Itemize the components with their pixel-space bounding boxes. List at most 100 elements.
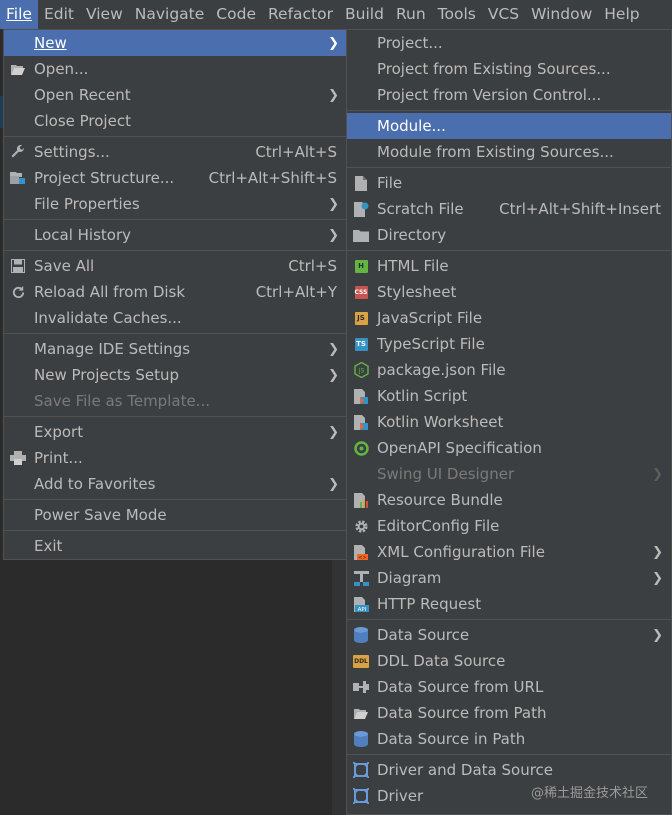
menu-item-module-existing[interactable]: Module from Existing Sources... — [347, 139, 671, 165]
separator — [347, 110, 671, 111]
database-icon — [350, 726, 372, 752]
submenu-arrow-icon: ❯ — [328, 87, 339, 103]
menu-tools[interactable]: Tools — [432, 0, 482, 29]
svg-text:API: API — [357, 607, 366, 612]
menu-item-data-source[interactable]: Data Source ❯ — [347, 622, 671, 648]
blank-icon — [350, 30, 372, 56]
menu-item-save-all[interactable]: Save All Ctrl+S — [4, 253, 347, 279]
menu-item-power-save-mode[interactable]: Power Save Mode — [4, 502, 347, 528]
ddl-icon: DDL — [350, 648, 372, 674]
submenu-arrow-icon: ❯ — [652, 627, 663, 643]
blank-icon — [7, 502, 29, 528]
separator — [4, 530, 347, 531]
folder-open-icon — [7, 56, 29, 82]
submenu-arrow-icon: ❯ — [328, 35, 339, 51]
plug-icon — [350, 674, 372, 700]
menu-item-stylesheet[interactable]: CSS Stylesheet — [347, 279, 671, 305]
menu-item-export[interactable]: Export ❯ — [4, 419, 347, 445]
menu-item-openapi[interactable]: OpenAPI Specification — [347, 435, 671, 461]
menu-item-data-source-path[interactable]: Data Source from Path — [347, 700, 671, 726]
menu-build[interactable]: Build — [339, 0, 390, 29]
blank-icon — [7, 191, 29, 217]
watermark: @稀土掘金技术社区 — [530, 786, 648, 801]
submenu-arrow-icon: ❯ — [652, 570, 663, 586]
menu-item-javascript-file[interactable]: JS JavaScript File — [347, 305, 671, 331]
menu-item-local-history[interactable]: Local History ❯ — [4, 222, 347, 248]
menu-item-project-structure[interactable]: Project Structure... Ctrl+Alt+Shift+S — [4, 165, 347, 191]
menu-item-close-project[interactable]: Close Project — [4, 108, 347, 134]
project-structure-icon — [7, 165, 29, 191]
menu-item-reload[interactable]: Reload All from Disk Ctrl+Alt+Y — [4, 279, 347, 305]
submenu-arrow-icon: ❯ — [328, 367, 339, 383]
menu-item-http-request[interactable]: API HTTP Request — [347, 591, 671, 617]
printer-icon — [7, 445, 29, 471]
menu-item-new-projects-setup[interactable]: New Projects Setup ❯ — [4, 362, 347, 388]
menu-navigate[interactable]: Navigate — [129, 0, 211, 29]
menu-item-manage-ide-settings[interactable]: Manage IDE Settings ❯ — [4, 336, 347, 362]
menu-item-resource-bundle[interactable]: Resource Bundle — [347, 487, 671, 513]
menu-item-settings[interactable]: Settings... Ctrl+Alt+S — [4, 139, 347, 165]
menu-item-xml-configuration[interactable]: <> XML Configuration File ❯ — [347, 539, 671, 565]
blank-icon — [350, 82, 372, 108]
menu-file[interactable]: File — [0, 0, 38, 29]
blank-icon — [7, 388, 29, 414]
menu-item-module[interactable]: Module... — [347, 113, 671, 139]
menu-run[interactable]: Run — [390, 0, 432, 29]
menu-view[interactable]: View — [80, 0, 129, 29]
css-file-icon: CSS — [350, 279, 372, 305]
menu-item-diagram[interactable]: Diagram ❯ — [347, 565, 671, 591]
separator — [4, 333, 347, 334]
menu-item-directory[interactable]: Directory — [347, 222, 671, 248]
menu-item-invalidate-caches[interactable]: Invalidate Caches... — [4, 305, 347, 331]
menu-item-new[interactable]: New ❯ — [4, 30, 347, 56]
blank-icon — [350, 461, 372, 487]
menu-help[interactable]: Help — [598, 0, 645, 29]
separator — [347, 754, 671, 755]
api-file-icon: API — [350, 591, 372, 617]
menu-item-html-file[interactable]: H HTML File — [347, 253, 671, 279]
kotlin-worksheet-icon — [350, 409, 372, 435]
menu-item-exit[interactable]: Exit — [4, 533, 347, 559]
menu-item-editorconfig[interactable]: EditorConfig File — [347, 513, 671, 539]
menu-item-kotlin-worksheet[interactable]: Kotlin Worksheet — [347, 409, 671, 435]
menu-item-add-to-favorites[interactable]: Add to Favorites ❯ — [4, 471, 347, 497]
menu-item-file-properties[interactable]: File Properties ❯ — [4, 191, 347, 217]
diagram-icon — [350, 565, 372, 591]
submenu-arrow-icon: ❯ — [328, 341, 339, 357]
menu-item-kotlin-script[interactable]: Kotlin Script — [347, 383, 671, 409]
separator — [347, 619, 671, 620]
openapi-icon — [350, 435, 372, 461]
menu-item-ddl-data-source[interactable]: DDL DDL Data Source — [347, 648, 671, 674]
database-icon — [350, 622, 372, 648]
menu-item-scratch-file[interactable]: Scratch File Ctrl+Alt+Shift+Insert — [347, 196, 671, 222]
submenu-arrow-icon: ❯ — [652, 544, 663, 560]
driver-icon — [350, 783, 372, 809]
menu-refactor[interactable]: Refactor — [262, 0, 339, 29]
blank-icon — [350, 56, 372, 82]
ts-file-icon: TS — [350, 331, 372, 357]
blank-icon — [7, 30, 29, 56]
menu-item-project[interactable]: Project... — [347, 30, 671, 56]
gear-icon — [350, 513, 372, 539]
blank-icon — [7, 533, 29, 559]
menu-item-package-json[interactable]: JS package.json File — [347, 357, 671, 383]
separator — [4, 219, 347, 220]
menu-vcs[interactable]: VCS — [482, 0, 525, 29]
menu-item-data-source-in-path[interactable]: Data Source in Path — [347, 726, 671, 752]
menu-item-project-existing[interactable]: Project from Existing Sources... — [347, 56, 671, 82]
menu-window[interactable]: Window — [525, 0, 598, 29]
separator — [347, 250, 671, 251]
menu-item-typescript-file[interactable]: TS TypeScript File — [347, 331, 671, 357]
menu-code[interactable]: Code — [210, 0, 262, 29]
menu-item-file[interactable]: File — [347, 170, 671, 196]
menu-item-open-recent[interactable]: Open Recent ❯ — [4, 82, 347, 108]
blank-icon — [7, 82, 29, 108]
menu-item-print[interactable]: Print... — [4, 445, 347, 471]
menu-edit[interactable]: Edit — [38, 0, 80, 29]
menu-item-data-source-url[interactable]: Data Source from URL — [347, 674, 671, 700]
blank-icon — [7, 108, 29, 134]
menu-item-open[interactable]: Open... — [4, 56, 347, 82]
menu-item-driver-and-data-source[interactable]: Driver and Data Source — [347, 757, 671, 783]
refresh-icon — [7, 279, 29, 305]
menu-item-project-vcs[interactable]: Project from Version Control... — [347, 82, 671, 108]
